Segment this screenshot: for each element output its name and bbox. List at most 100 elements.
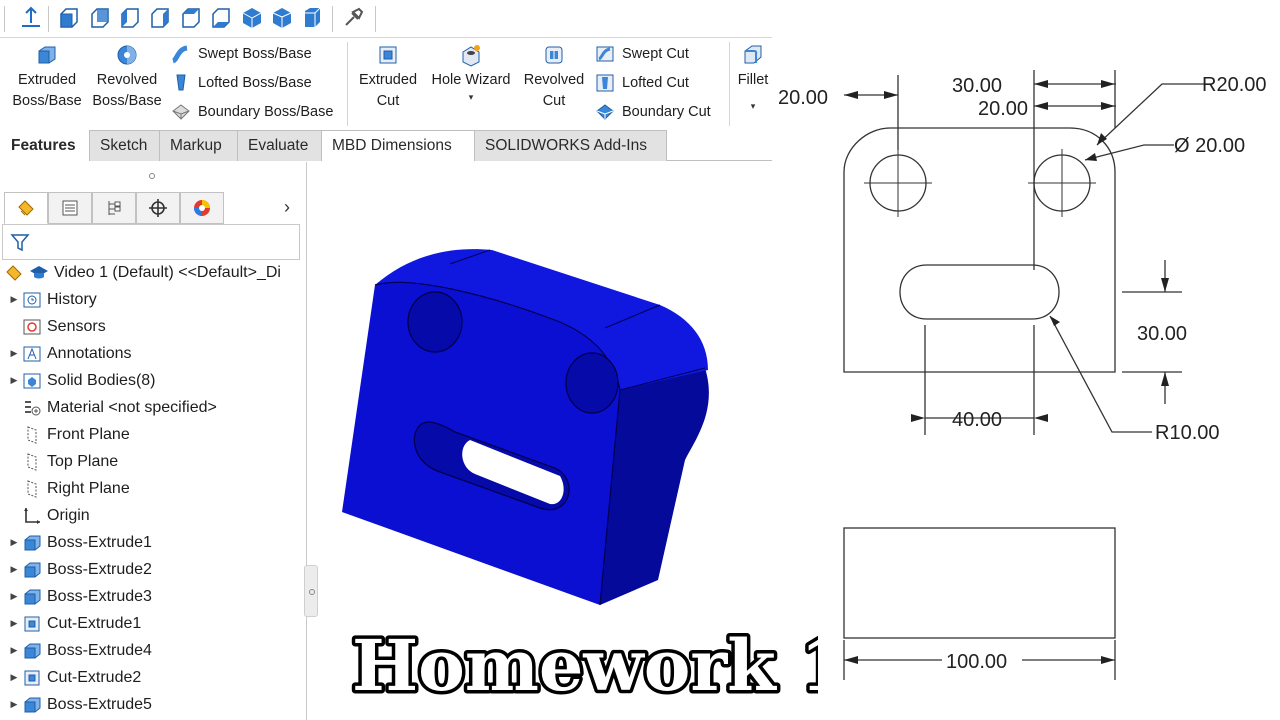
tab-evaluate[interactable]: Evaluate xyxy=(237,130,322,161)
left-view-icon[interactable] xyxy=(117,5,143,31)
tab-mbd-dimensions[interactable]: MBD Dimensions xyxy=(321,130,475,161)
expand-arrow-icon[interactable]: ▶ xyxy=(7,537,21,548)
drawing-front-view xyxy=(843,527,1116,639)
tree-item-label: Material <not specified> xyxy=(47,398,217,416)
tree-item-label: Front Plane xyxy=(47,425,130,443)
boss-extrude-icon xyxy=(21,586,43,608)
tree-item-right-plane[interactable]: Right Plane xyxy=(0,475,306,502)
extruded-boss-label-1: Extruded xyxy=(17,72,77,88)
expand-arrow-icon[interactable]: ▶ xyxy=(7,591,21,602)
expand-arrow-icon[interactable]: ▶ xyxy=(7,348,21,359)
plane-icon xyxy=(21,451,43,473)
revolved-cut-button[interactable]: Revolved Cut xyxy=(520,42,588,112)
tree-item-history[interactable]: ▶ History xyxy=(0,286,306,313)
tab-markup[interactable]: Markup xyxy=(159,130,238,161)
tree-root[interactable]: Video 1 (Default) <<Default>_Di xyxy=(0,259,306,286)
tree-item-front-plane[interactable]: Front Plane xyxy=(0,421,306,448)
boundary-cut-button[interactable]: Boundary Cut xyxy=(594,99,711,125)
tree-item-origin[interactable]: Origin xyxy=(0,502,306,529)
tree-item-label: Origin xyxy=(47,506,90,524)
tree-item-label: History xyxy=(47,290,97,308)
right-view-icon[interactable] xyxy=(147,5,173,31)
configuration-manager-tab[interactable] xyxy=(92,192,136,224)
swept-boss-icon xyxy=(170,43,192,65)
revolved-boss-button[interactable]: Revolved Boss/Base xyxy=(90,42,164,112)
expand-arrow-icon[interactable]: ▶ xyxy=(7,564,21,575)
tab-solidworks-add-ins[interactable]: SOLIDWORKS Add-Ins xyxy=(474,130,667,161)
tree-item-label: Solid Bodies(8) xyxy=(47,371,156,389)
tree-item-boss-extrude2[interactable]: ▶ Boss-Extrude2 xyxy=(0,556,306,583)
expand-arrow-icon[interactable]: ▶ xyxy=(7,699,21,710)
panel-grip[interactable] xyxy=(0,162,307,188)
boundary-boss-button[interactable]: Boundary Boss/Base xyxy=(170,99,333,125)
lofted-cut-button[interactable]: Lofted Cut xyxy=(594,70,689,96)
grip-dot-icon xyxy=(309,589,315,595)
dimetric-view-icon[interactable] xyxy=(299,5,325,31)
panel-splitter-handle[interactable] xyxy=(304,565,318,617)
fillet-button[interactable]: Fillet ▾ xyxy=(734,42,772,111)
property-manager-icon xyxy=(62,200,78,216)
tree-item-boss-extrude3[interactable]: ▶ Boss-Extrude3 xyxy=(0,583,306,610)
configuration-manager-icon xyxy=(108,201,121,215)
tree-item-boss-extrude5[interactable]: ▶ Boss-Extrude5 xyxy=(0,691,306,718)
extruded-cut-button[interactable]: Extruded Cut xyxy=(354,42,422,112)
expand-arrow-icon[interactable]: ▶ xyxy=(7,375,21,386)
dimxpert-manager-tab[interactable] xyxy=(136,192,180,224)
history-icon xyxy=(21,289,43,311)
tree-item-material-not-specified[interactable]: Material <not specified> xyxy=(0,394,306,421)
engineering-drawing: 20.00 30.00 20.00 R20.00 Ø 20.00 30.00 4… xyxy=(778,70,1267,680)
fillet-label: Fillet xyxy=(737,72,769,88)
front-view-icon[interactable] xyxy=(56,5,82,31)
hole-wizard-button[interactable]: Hole Wizard ▾ xyxy=(428,42,514,102)
hole-wizard-label: Hole Wizard xyxy=(431,72,511,88)
tab-sketch[interactable]: Sketch xyxy=(89,130,160,161)
flashlight-icon[interactable] xyxy=(340,5,366,31)
expand-arrow-icon[interactable]: ▶ xyxy=(7,645,21,656)
tree-item-top-plane[interactable]: Top Plane xyxy=(0,448,306,475)
expand-arrow-icon[interactable]: ▶ xyxy=(7,294,21,305)
expand-arrow-icon[interactable]: ▶ xyxy=(7,618,21,629)
boundary-boss-icon xyxy=(170,101,192,123)
tree-item-cut-extrude1[interactable]: ▶ Cut-Extrude1 xyxy=(0,610,306,637)
extruded-boss-button[interactable]: Extruded Boss/Base xyxy=(10,42,84,112)
ribbon-separator xyxy=(347,42,348,126)
tree-item-annotations[interactable]: ▶ Annotations xyxy=(0,340,306,367)
swept-boss-button[interactable]: Swept Boss/Base xyxy=(170,41,312,67)
tree-item-label: Sensors xyxy=(47,317,106,335)
fillet-icon xyxy=(740,42,766,68)
isometric-view-icon[interactable] xyxy=(239,5,265,31)
toolbar-separator xyxy=(4,6,5,32)
normal-to-icon[interactable] xyxy=(18,5,44,31)
feature-manager-panel: › Video 1 (Default) <<Default>_Di ▶ Histo… xyxy=(0,162,307,720)
hole-wizard-dropdown-icon[interactable]: ▾ xyxy=(428,92,514,102)
expand-arrow-icon[interactable]: ▶ xyxy=(7,672,21,683)
display-manager-tab[interactable] xyxy=(180,192,224,224)
tree-filter[interactable] xyxy=(2,224,300,260)
tree-item-solid-bodies-8[interactable]: ▶ Solid Bodies(8) xyxy=(0,367,306,394)
tab-features[interactable]: Features xyxy=(0,130,90,161)
bottom-view-icon[interactable] xyxy=(208,5,234,31)
panel-tabs: › xyxy=(0,192,307,224)
lofted-cut-icon xyxy=(594,72,616,94)
tree-item-label: Boss-Extrude1 xyxy=(47,533,152,551)
swept-cut-button[interactable]: Swept Cut xyxy=(594,41,689,67)
homework-title-text: Homework 1 xyxy=(352,624,818,707)
revolved-cut-icon xyxy=(541,42,567,68)
chevron-right-icon[interactable]: › xyxy=(284,197,290,218)
tree-item-boss-extrude1[interactable]: ▶ Boss-Extrude1 xyxy=(0,529,306,556)
back-view-icon[interactable] xyxy=(87,5,113,31)
top-view-icon[interactable] xyxy=(178,5,204,31)
feature-ribbon: Extruded Boss/Base Revolved Boss/Base Sw… xyxy=(0,38,772,130)
trimetric-view-icon[interactable] xyxy=(269,5,295,31)
lofted-boss-button[interactable]: Lofted Boss/Base xyxy=(170,70,312,96)
tree-item-sensors[interactable]: Sensors xyxy=(0,313,306,340)
3d-model-view[interactable] xyxy=(330,240,720,620)
tree-item-boss-extrude4[interactable]: ▶ Boss-Extrude4 xyxy=(0,637,306,664)
tree-item-cut-extrude2[interactable]: ▶ Cut-Extrude2 xyxy=(0,664,306,691)
feature-manager-tab[interactable] xyxy=(4,192,48,224)
fillet-dropdown-icon[interactable]: ▾ xyxy=(734,101,772,111)
homework-title: Homework 1 xyxy=(349,621,819,711)
boundary-cut-label: Boundary Cut xyxy=(622,104,711,120)
tree-item-label: Boss-Extrude4 xyxy=(47,641,152,659)
property-manager-tab[interactable] xyxy=(48,192,92,224)
